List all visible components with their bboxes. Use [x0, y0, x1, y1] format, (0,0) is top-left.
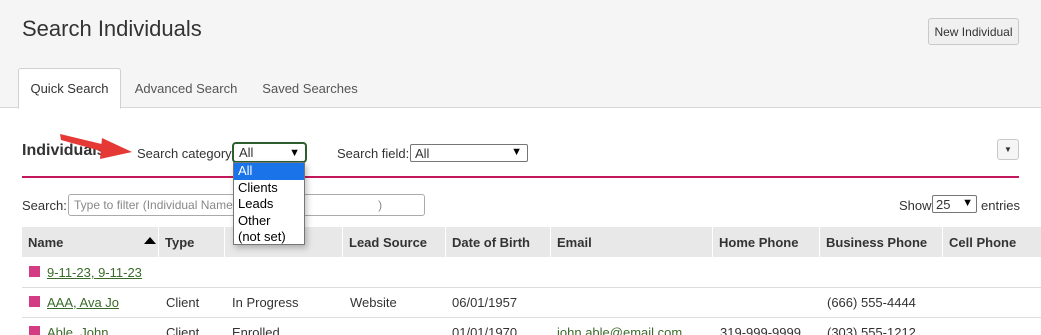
category-option-not-set[interactable]: (not set)	[234, 229, 304, 246]
tag-square-icon	[29, 296, 40, 307]
tag-square-icon	[29, 326, 40, 335]
search-category-select[interactable]: All ▼	[232, 142, 307, 163]
filter-placeholder: Type to filter (Individual Name,	[74, 198, 237, 212]
entries-select[interactable]: 25 ▼	[932, 195, 977, 213]
category-option-other[interactable]: Other	[234, 213, 304, 230]
column-header-name[interactable]: Name	[22, 227, 159, 257]
table-cell-type: Client	[166, 325, 200, 335]
chevron-down-icon: ▼	[511, 146, 522, 158]
page-title: Search Individuals	[22, 16, 202, 41]
row-divider	[22, 317, 1041, 318]
individual-link[interactable]: AAA, Ava Jo	[47, 295, 119, 310]
section-divider	[22, 176, 1019, 178]
tab-saved-searches[interactable]: Saved Searches	[256, 68, 364, 109]
chevron-down-icon: ▼	[289, 147, 300, 159]
table-cell-status: In Progress	[232, 295, 299, 310]
category-option-clients[interactable]: Clients	[234, 180, 304, 197]
new-individual-button[interactable]: New Individual	[928, 18, 1019, 45]
entries-value: 25	[936, 196, 951, 212]
table-row-name[interactable]: 9-11-23, 9-11-23	[47, 265, 142, 280]
individual-link[interactable]: Able, John	[47, 325, 108, 335]
individual-link[interactable]: 9-11-23, 9-11-23	[47, 265, 142, 280]
search-category-dropdown[interactable]: All Clients Leads Other (not set)	[233, 162, 305, 245]
column-header-business-phone[interactable]: Business Phone	[820, 227, 943, 257]
options-menu-button[interactable]: ▼	[997, 139, 1019, 160]
search-field-select[interactable]: All ▼	[410, 144, 528, 162]
caret-down-icon: ▼	[1004, 145, 1012, 154]
column-header-cell-phone[interactable]: Cell Phone	[943, 227, 1041, 257]
column-header-lead-source[interactable]: Lead Source	[343, 227, 446, 257]
table-cell-type: Client	[166, 295, 200, 310]
red-arrow-icon	[60, 134, 132, 159]
table-cell-dob: 06/01/1957	[452, 295, 518, 310]
filter-label: Search:	[22, 198, 67, 213]
table-cell-home-phone: 319-999-9999	[720, 325, 801, 335]
chevron-down-icon: ▼	[962, 197, 973, 209]
category-option-all[interactable]: All	[234, 163, 304, 180]
column-header-type[interactable]: Type	[159, 227, 225, 257]
sort-ascending-icon[interactable]	[144, 237, 156, 244]
table-cell-business-phone: (303) 555-1212	[827, 325, 916, 335]
search-field-label: Search field:	[337, 146, 410, 161]
table-cell-business-phone: (666) 555-4444	[827, 295, 916, 310]
column-header-home-phone[interactable]: Home Phone	[713, 227, 820, 257]
column-header-email[interactable]: Email	[551, 227, 713, 257]
table-cell-lead-source: Website	[350, 295, 397, 310]
table-cell-status: Enrolled	[232, 325, 280, 335]
tab-advanced-search[interactable]: Advanced Search	[130, 68, 242, 109]
table-cell-dob: 01/01/1970	[452, 325, 518, 335]
search-category-value: All	[239, 145, 254, 160]
search-field-value: All	[415, 145, 430, 161]
tab-quick-search[interactable]: Quick Search	[18, 68, 121, 109]
tag-square-icon	[29, 266, 40, 277]
table-row-name[interactable]: AAA, Ava Jo	[47, 295, 119, 310]
show-label: Show	[899, 198, 932, 213]
column-header-date-of-birth[interactable]: Date of Birth	[446, 227, 551, 257]
entries-label: entries	[981, 198, 1021, 213]
search-category-label: Search category:	[137, 146, 236, 161]
row-divider	[22, 287, 1041, 288]
email-link[interactable]: john.able@email.com	[557, 325, 682, 335]
table-cell-email[interactable]: john.able@email.com	[557, 325, 682, 335]
category-option-leads[interactable]: Leads	[234, 196, 304, 213]
table-row-name[interactable]: Able, John	[47, 325, 108, 335]
filter-placeholder-end: )	[378, 198, 383, 212]
